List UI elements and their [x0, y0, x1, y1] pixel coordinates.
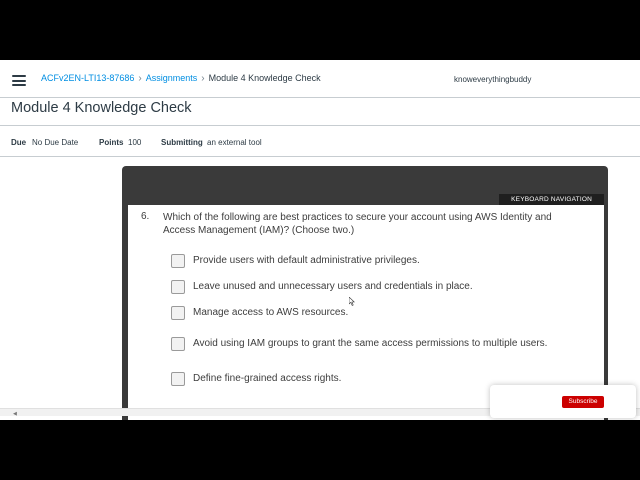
due-label: Due [11, 138, 27, 147]
assignment-details: Due No Due Date Points 100 Submitting an… [0, 125, 640, 157]
subscribe-overlay: Subscribe [490, 385, 636, 418]
points-value: 100 [128, 138, 142, 147]
answer-option-label: Define fine-grained access rights. [193, 373, 342, 384]
username-label: knoweverythingbuddy [454, 75, 532, 84]
question-number: 6. [141, 211, 150, 222]
breadcrumb-assignments-link[interactable]: Assignments [146, 73, 198, 83]
chevron-right-icon: › [201, 73, 205, 84]
top-navigation: ACFv2EN-LTI13-87686 › Assignments › Module 4… [0, 60, 640, 98]
checkbox[interactable] [171, 306, 185, 320]
answer-option-label: Manage access to AWS resources. [193, 307, 349, 318]
answer-option-label: Avoid using IAM groups to grant the same… [193, 338, 548, 349]
scroll-left-arrow-icon[interactable]: ◀ [13, 411, 17, 417]
answer-option-label: Provide users with default administrativ… [193, 255, 420, 266]
mouse-cursor-icon [349, 297, 355, 306]
question-text: Which of the following are best practice… [163, 212, 552, 236]
checkbox[interactable] [171, 280, 185, 294]
submitting-value: an external tool [207, 138, 262, 147]
hamburger-menu-icon[interactable] [12, 75, 26, 86]
checkbox[interactable] [171, 372, 185, 386]
checkbox[interactable] [171, 337, 185, 351]
page-title: Module 4 Knowledge Check [11, 100, 192, 116]
due-value: No Due Date [32, 138, 79, 147]
chevron-right-icon: › [138, 73, 142, 84]
lms-page: ACFv2EN-LTI13-87686 › Assignments › Module 4… [0, 60, 640, 420]
checkbox[interactable] [171, 254, 185, 268]
subscribe-button[interactable]: Subscribe [562, 396, 604, 408]
points-label: Points [99, 138, 124, 147]
answer-option-label: Leave unused and unnecessary users and c… [193, 281, 473, 292]
breadcrumb: ACFv2EN-LTI13-87686 › Assignments › Module 4… [41, 73, 321, 84]
keyboard-navigation-button[interactable]: KEYBOARD NAVIGATION [499, 194, 604, 205]
breadcrumb-course-link[interactable]: ACFv2EN-LTI13-87686 [41, 73, 134, 83]
quiz-tool-frame: KEYBOARD NAVIGATION 6. Which of the foll… [122, 166, 608, 420]
breadcrumb-current: Module 4 Knowledge Check [208, 73, 321, 83]
submitting-label: Submitting [161, 138, 203, 147]
